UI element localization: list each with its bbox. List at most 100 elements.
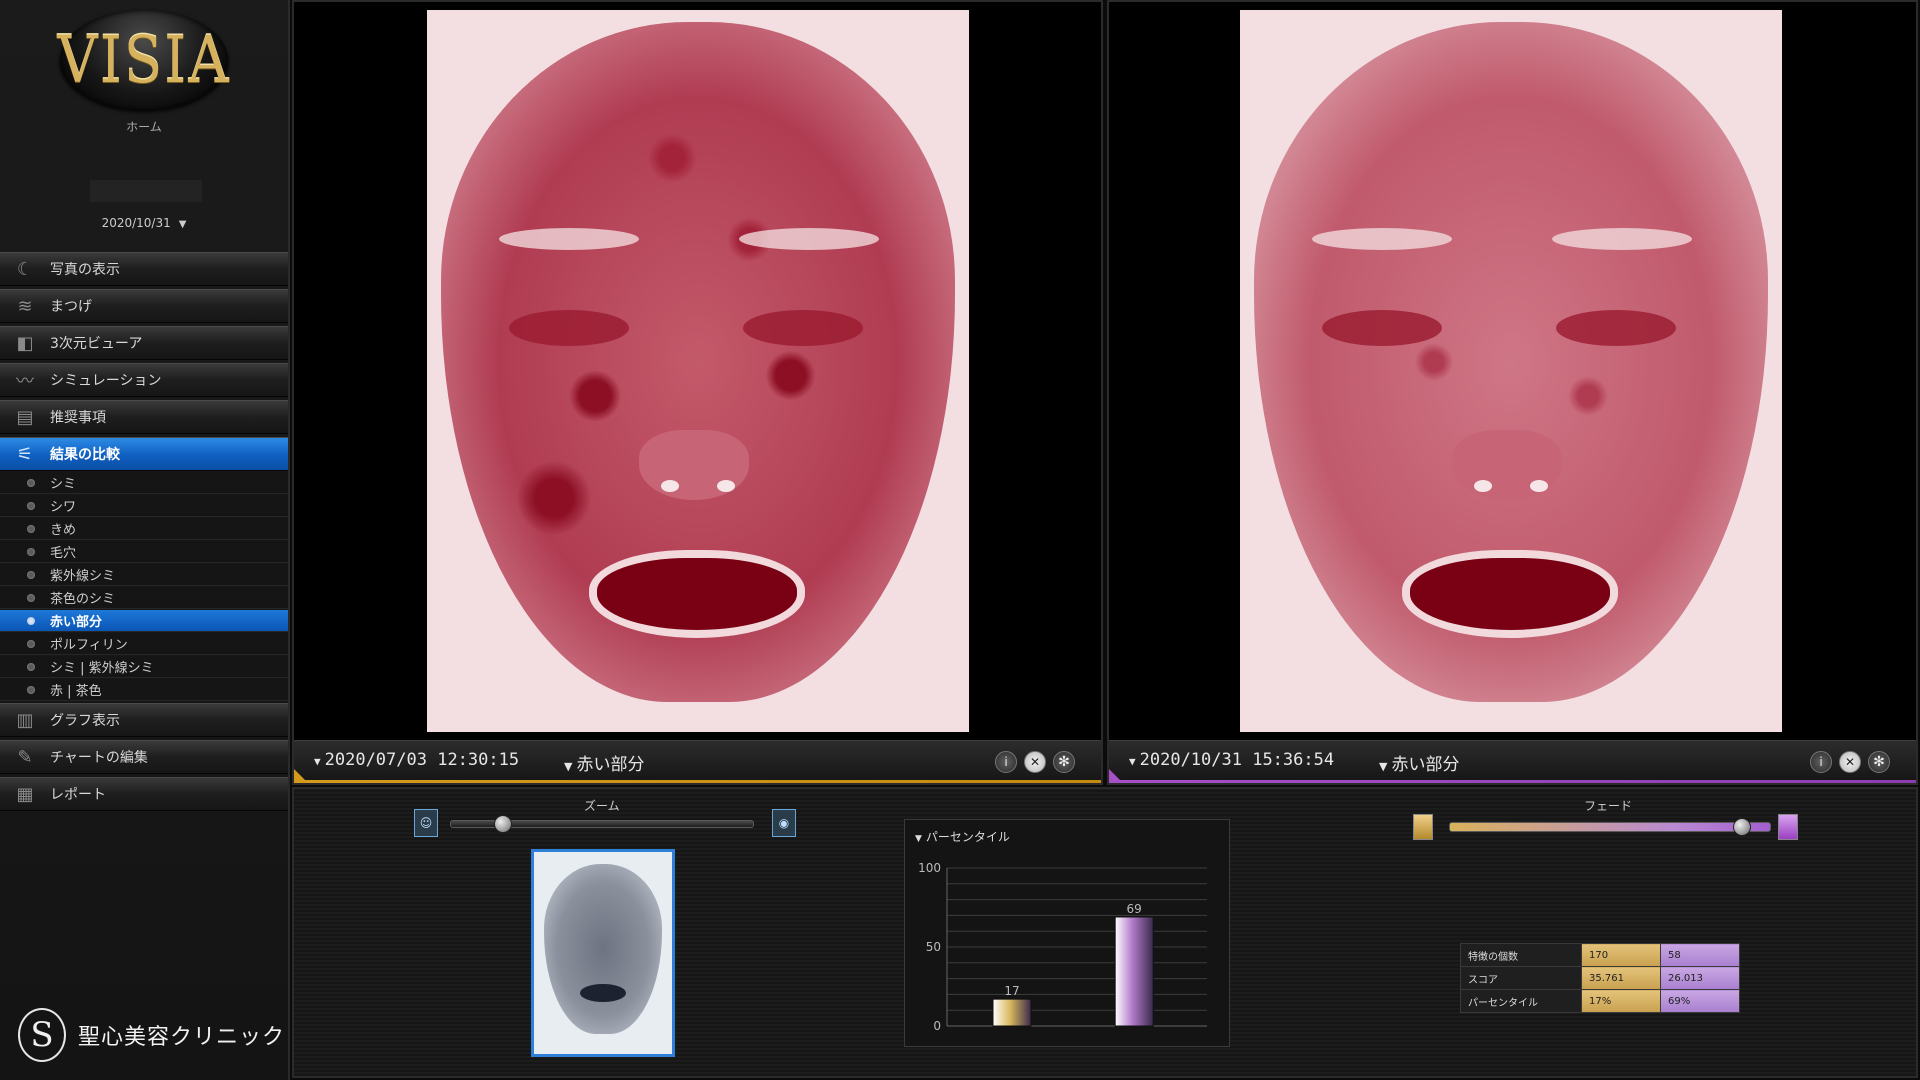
recommendation-icon: ▤ <box>16 406 34 428</box>
bullet-icon <box>27 570 35 579</box>
table-row: スコア 35.761 26.013 <box>1460 966 1740 990</box>
sub-item-red-areas[interactable]: 赤い部分 <box>0 610 288 632</box>
menu-item-edit-chart[interactable]: ✎ チャートの編集 <box>0 740 288 774</box>
menu-label: 写真の表示 <box>50 262 120 278</box>
bar-value-label: 17 <box>1004 984 1019 998</box>
sub-item-uv-spots[interactable]: 紫外線シミ <box>0 564 288 586</box>
zoom-out-face-icon[interactable]: ☺ <box>414 809 438 837</box>
sub-item-texture[interactable]: きめ <box>0 518 288 540</box>
analysis-mode-select[interactable]: ▼ 赤い部分 <box>564 750 644 775</box>
sub-item-brown-spots[interactable]: 茶色のシミ <box>0 587 288 609</box>
table-row: 特徴の個数 170 58 <box>1460 943 1740 967</box>
panel-bar-before: ▼ 2020/07/03 12:30:15 ▼ 赤い部分 i ✕ ✻ <box>294 740 1101 783</box>
clinic-mark-icon: S <box>18 1008 66 1062</box>
visia-logo[interactable]: VISIA <box>57 10 229 110</box>
info-icon[interactable]: i <box>995 751 1017 773</box>
bullet-icon <box>27 593 35 602</box>
chevron-down-icon: ▼ <box>1379 760 1388 773</box>
close-icon[interactable]: ✕ <box>1024 751 1046 773</box>
zoom-label: ズーム <box>584 799 620 813</box>
chart-edit-icon: ✎ <box>17 746 33 768</box>
image-date: 2020/10/31 15:36:54 <box>1139 750 1335 770</box>
sub-item-label: 茶色のシミ <box>50 592 116 607</box>
fade-after-swatch-icon[interactable] <box>1778 814 1798 840</box>
menu-item-report[interactable]: ▦ レポート <box>0 777 288 811</box>
y-tick-label: 0 <box>933 1019 941 1033</box>
sub-item-porphyrins[interactable]: ポルフィリン <box>0 633 288 655</box>
menu-label: 3次元ビューア <box>50 336 143 352</box>
zoom-slider[interactable] <box>450 815 754 833</box>
chevron-down-icon: ▼ <box>314 755 321 768</box>
stat-value-before: 35.761 <box>1581 966 1661 990</box>
image-panel-before[interactable]: ▼ 2020/07/03 12:30:15 ▼ 赤い部分 i ✕ ✻ <box>292 0 1103 785</box>
menu-label: レポート <box>50 787 106 803</box>
sub-item-spots-uv-spots[interactable]: シミ | 紫外線シミ <box>0 656 288 678</box>
analysis-mode-select[interactable]: ▼ 赤い部分 <box>1379 750 1459 775</box>
face-image-after[interactable] <box>1240 10 1782 732</box>
brow <box>739 228 879 250</box>
stat-label: スコア <box>1460 966 1582 990</box>
patient-name-redacted <box>90 180 202 202</box>
stats-table: 特徴の個数 170 58 スコア 35.761 26.013 パーセンタイル 1… <box>1460 943 1740 1013</box>
info-icon[interactable]: i <box>1810 751 1832 773</box>
eye <box>509 310 629 346</box>
menu-item-eyelashes[interactable]: ≋ まつげ <box>0 289 288 323</box>
sub-item-red-brown[interactable]: 赤 | 茶色 <box>0 679 288 701</box>
lips <box>1410 558 1610 630</box>
menu-item-simulation[interactable]: 〰シミュレーション <box>0 363 288 397</box>
sub-item-spots[interactable]: シミ <box>0 472 288 494</box>
fade-before-swatch-icon[interactable] <box>1413 814 1433 840</box>
stat-label: パーセンタイル <box>1460 989 1582 1013</box>
eye <box>1556 310 1676 346</box>
face-profile-icon: ☾ <box>16 258 34 280</box>
fade-slider-knob[interactable] <box>1732 818 1751 836</box>
nostril <box>1530 480 1548 492</box>
lips <box>597 558 797 630</box>
face-image-before[interactable] <box>427 10 969 732</box>
nostril <box>717 480 735 492</box>
panel-accent-line <box>294 780 1101 783</box>
menu-item-recommendations[interactable]: ▤ 推奨事項 <box>0 400 288 434</box>
report-icon: ▦ <box>16 783 34 805</box>
sub-item-pores[interactable]: 毛穴 <box>0 541 288 563</box>
session-date-value: 2020/10/31 <box>101 216 171 230</box>
menu-item-3d-viewer[interactable]: ◧ 3次元ビューア <box>0 326 288 360</box>
compare-icon: ⚟ <box>16 443 34 465</box>
bullet-icon <box>27 662 35 671</box>
menu-item-graph-view[interactable]: ▥ グラフ表示 <box>0 703 288 737</box>
brow <box>499 228 639 250</box>
eyelash-icon: ≋ <box>17 295 33 317</box>
chevron-down-icon: ▼ <box>1129 755 1136 768</box>
image-date-select[interactable]: ▼ 2020/10/31 15:36:54 <box>1129 750 1334 770</box>
clinic-name: 聖心美容クリニック <box>78 1025 286 1050</box>
menu-item-compare-results[interactable]: ⚟ 結果の比較 <box>0 437 288 471</box>
home-link[interactable]: ホーム <box>0 118 288 135</box>
y-tick-label: 100 <box>918 861 941 875</box>
zoom-slider-knob[interactable] <box>493 815 512 833</box>
stat-value-after: 69% <box>1660 989 1740 1013</box>
stat-value-after: 58 <box>1660 943 1740 967</box>
sub-item-label: シミ | 紫外線シミ <box>50 661 154 676</box>
fade-slider[interactable] <box>1449 818 1771 836</box>
close-icon[interactable]: ✕ <box>1839 751 1861 773</box>
analysis-mode: 赤い部分 <box>576 755 645 775</box>
settings-icon[interactable]: ✻ <box>1053 751 1075 773</box>
session-date-select[interactable]: 2020/10/31 ▼ <box>0 216 288 230</box>
sub-item-label: シミ <box>50 477 77 492</box>
image-panel-after[interactable]: ▼ 2020/10/31 15:36:54 ▼ 赤い部分 i ✕ ✻ <box>1107 0 1918 785</box>
sub-item-label: 紫外線シミ <box>50 569 116 584</box>
panel-corner-marker <box>294 769 308 783</box>
settings-icon[interactable]: ✻ <box>1868 751 1890 773</box>
bullet-icon <box>27 685 35 694</box>
menu-item-view-photos[interactable]: ☾ 写真の表示 <box>0 252 288 286</box>
sub-item-wrinkles[interactable]: シワ <box>0 495 288 517</box>
graph-icon: ▥ <box>16 709 34 731</box>
menu-label: まつげ <box>50 299 92 315</box>
zoom-in-eye-icon[interactable]: ◉ <box>772 809 796 837</box>
eye <box>743 310 863 346</box>
control-area: ズーム ☺ ◉ ▼ パーセンタイル 0 50 100 17 69 フェード 特徴の個数 1… <box>292 787 1918 1078</box>
stat-value-after: 26.013 <box>1660 966 1740 990</box>
navigator-thumbnail[interactable] <box>531 849 675 1057</box>
image-date-select[interactable]: ▼ 2020/07/03 12:30:15 <box>314 750 519 770</box>
panel-accent-line <box>1109 780 1916 783</box>
